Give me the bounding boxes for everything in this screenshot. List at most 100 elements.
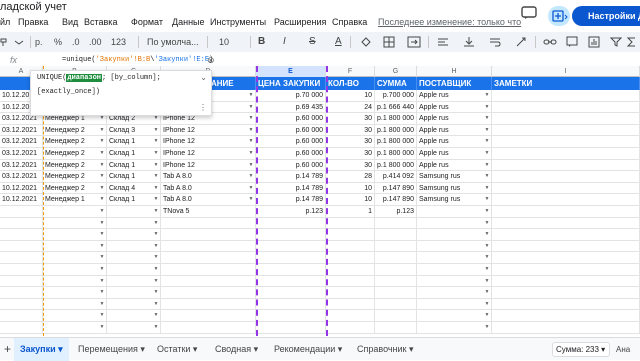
cell-i[interactable]	[492, 194, 640, 206]
cell-i[interactable]	[492, 275, 640, 287]
cell-g[interactable]	[375, 240, 417, 252]
cell-h[interactable]: Apple rus	[417, 113, 492, 125]
cell-d[interactable]: IPhone 12	[161, 159, 256, 171]
column-header-g[interactable]: G	[375, 66, 417, 77]
dropdown-arrow-icon[interactable]: ▼	[152, 241, 160, 252]
dropdown-arrow-icon[interactable]: ▼	[483, 194, 491, 205]
cell-f[interactable]: 30	[326, 113, 375, 125]
menu-extensions[interactable]: Расширения	[274, 14, 326, 30]
currency-format-button[interactable]: р.	[35, 32, 43, 52]
text-wrap-icon[interactable]	[489, 32, 501, 52]
sum-indicator[interactable]: Сумма: 233 ▾	[552, 342, 610, 357]
dropdown-arrow-icon[interactable]: ▼	[98, 194, 106, 205]
cell-f[interactable]: 30	[326, 124, 375, 136]
cell-e[interactable]: р.14 789	[256, 171, 326, 183]
cell-g[interactable]: р.123	[375, 206, 417, 217]
strikethrough-button[interactable]: S	[309, 32, 316, 52]
cell-a[interactable]: 03.12.2021	[0, 159, 43, 171]
insert-chart-icon[interactable]	[588, 32, 600, 52]
decrease-decimal-button[interactable]: .0	[72, 32, 80, 52]
insert-link-icon[interactable]	[543, 32, 557, 52]
cell-i[interactable]	[492, 252, 640, 264]
dropdown-arrow-icon[interactable]: ▼	[98, 276, 106, 287]
cell-g[interactable]: р.1 800 000	[375, 124, 417, 136]
dropdown-arrow-icon[interactable]: ▼	[152, 299, 160, 310]
dropdown-arrow-icon[interactable]: ▼	[247, 160, 255, 171]
cell-a[interactable]	[0, 252, 43, 264]
menu-edit[interactable]: Правка	[18, 14, 48, 30]
cell-i[interactable]	[492, 206, 640, 217]
cell-h[interactable]	[417, 217, 492, 229]
cell-i[interactable]	[492, 264, 640, 275]
cell-d[interactable]: IPhone 12	[161, 148, 256, 159]
cell-f[interactable]	[326, 298, 375, 310]
dropdown-arrow-icon[interactable]: ▼	[98, 125, 106, 136]
cell-f[interactable]	[326, 229, 375, 241]
cell-e[interactable]: р.14 789	[256, 182, 326, 194]
dropdown-arrow-icon[interactable]: ▼	[98, 218, 106, 229]
cell-d[interactable]: Tab A 8.0	[161, 182, 256, 194]
cell-i[interactable]	[492, 159, 640, 171]
cell-e[interactable]	[256, 298, 326, 310]
cell-a[interactable]: 03.12.2021	[0, 148, 43, 159]
cell-e[interactable]	[256, 264, 326, 275]
cell-h[interactable]: Apple rus	[417, 101, 492, 113]
cell-h[interactable]: Apple rus	[417, 148, 492, 159]
cell-a[interactable]	[0, 298, 43, 310]
cell-i[interactable]	[492, 124, 640, 136]
cell-a[interactable]: 10.12.2021	[0, 194, 43, 206]
cell-d[interactable]	[161, 322, 256, 333]
cell-d[interactable]	[161, 252, 256, 264]
dropdown-arrow-icon[interactable]: ▼	[483, 276, 491, 287]
cell-d[interactable]: IPhone 12	[161, 124, 256, 136]
font-size-select[interactable]: 10	[219, 32, 229, 52]
dropdown-arrow-icon[interactable]: ▼	[98, 136, 106, 147]
cell-a[interactable]	[0, 229, 43, 241]
cell-d[interactable]	[161, 240, 256, 252]
more-formats-button[interactable]: 123	[111, 32, 126, 52]
cell-e[interactable]: р.60 000	[256, 113, 326, 125]
dropdown-arrow-icon[interactable]: ▼	[247, 171, 255, 182]
cell-f[interactable]	[326, 240, 375, 252]
cell-g[interactable]: р.1 800 000	[375, 159, 417, 171]
dropdown-arrow-icon[interactable]: ▼	[483, 310, 491, 321]
cell-e[interactable]: р.60 000	[256, 159, 326, 171]
cell-f[interactable]	[326, 264, 375, 275]
dropdown-arrow-icon[interactable]: ▼	[152, 194, 160, 205]
cell-d[interactable]	[161, 310, 256, 322]
cell-g[interactable]	[375, 298, 417, 310]
cell-f[interactable]	[326, 252, 375, 264]
cell-g[interactable]	[375, 322, 417, 333]
explore-button[interactable]: Ана	[616, 342, 640, 357]
cell-f[interactable]: 24	[326, 101, 375, 113]
cell-i[interactable]	[492, 322, 640, 333]
cell-f[interactable]: 30	[326, 148, 375, 159]
cell-a[interactable]	[0, 217, 43, 229]
cell-d[interactable]	[161, 298, 256, 310]
cell-f[interactable]	[326, 287, 375, 299]
cell-h[interactable]	[417, 287, 492, 299]
cell-i[interactable]	[492, 101, 640, 113]
cell-h[interactable]	[417, 206, 492, 217]
cell-e[interactable]	[256, 217, 326, 229]
cell-d[interactable]: Tab A 8.0	[161, 194, 256, 206]
menu-tools[interactable]: Инструменты	[210, 14, 266, 30]
cell-h[interactable]	[417, 310, 492, 322]
dropdown-arrow-icon[interactable]: ▼	[247, 90, 255, 101]
comments-icon[interactable]	[521, 6, 537, 20]
tab-peremeshcheniya[interactable]: Перемещения ▾	[78, 338, 145, 361]
dropdown-arrow-icon[interactable]: ▼	[152, 171, 160, 182]
menu-format[interactable]: Формат	[131, 14, 163, 30]
dropdown-arrow-icon[interactable]: ▼	[483, 90, 491, 101]
menu-insert[interactable]: Вставка	[84, 14, 117, 30]
filter-icon[interactable]	[609, 32, 623, 52]
cell-h[interactable]	[417, 240, 492, 252]
cell-g[interactable]: р.147 890	[375, 182, 417, 194]
cell-a[interactable]	[0, 287, 43, 299]
cell-g[interactable]: р.1 800 000	[375, 148, 417, 159]
cell-a[interactable]	[0, 310, 43, 322]
cell-i[interactable]	[492, 171, 640, 183]
cell-i[interactable]	[492, 310, 640, 322]
dropdown-arrow-icon[interactable]: ▼	[247, 183, 255, 194]
menu-file[interactable]: йл	[0, 14, 10, 30]
